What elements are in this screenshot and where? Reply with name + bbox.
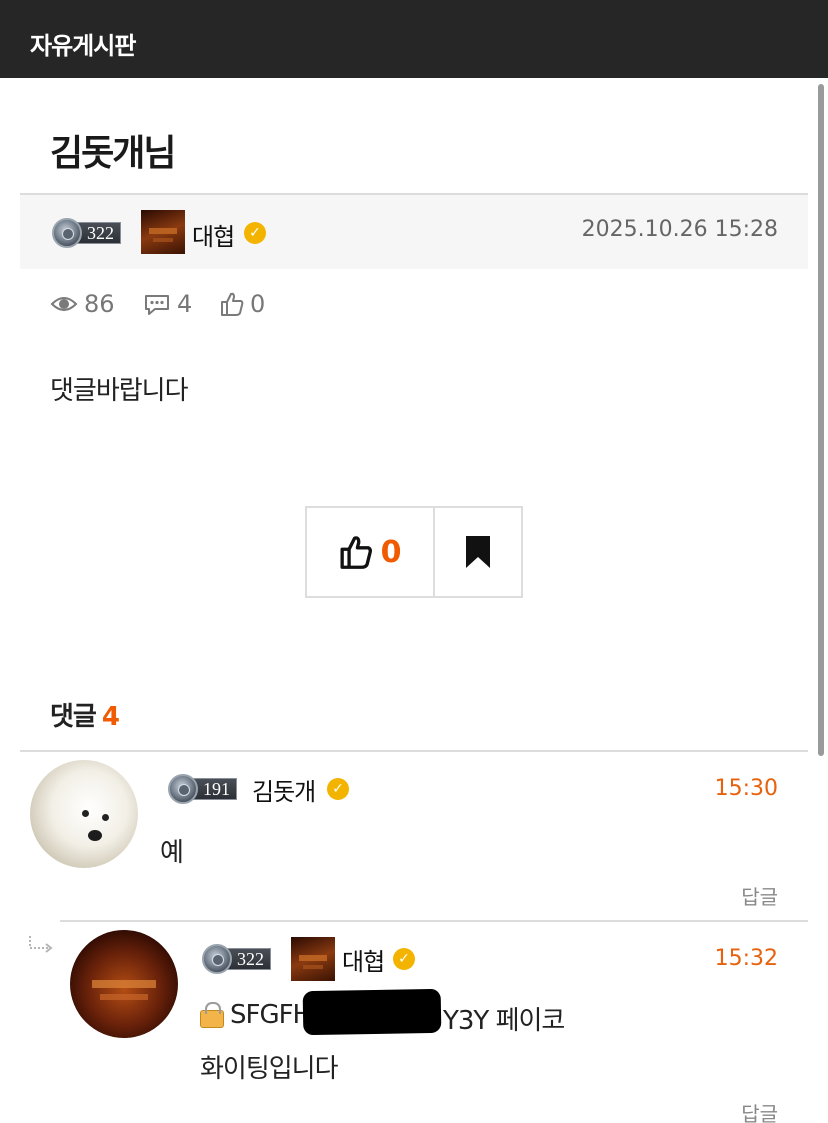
redaction-mark bbox=[302, 988, 442, 1036]
comments-total: 4 bbox=[101, 702, 120, 732]
level-gem-icon bbox=[168, 774, 198, 804]
views-count: 86 bbox=[84, 290, 115, 318]
thumbs-up-icon bbox=[340, 536, 372, 569]
commenter-avatar[interactable] bbox=[30, 760, 138, 868]
reply-arrow-icon bbox=[29, 936, 53, 953]
post-author-bar: 322 대협 ✓ 2025.10.26 15:28 bbox=[20, 193, 808, 269]
comment-text-suffix: Y3Y 페이코 bbox=[443, 1006, 565, 1036]
lock-icon bbox=[200, 1002, 224, 1028]
likes-stat: 0 bbox=[220, 290, 265, 318]
dog-nose bbox=[88, 830, 102, 841]
comment-time: 15:32 bbox=[714, 946, 778, 971]
comment-text: 예 bbox=[160, 838, 184, 868]
top-bar: 자유게시판 bbox=[0, 0, 828, 78]
level-badge: 191 bbox=[168, 774, 237, 804]
like-button-count: 0 bbox=[380, 534, 402, 570]
comments-heading: 댓글 4 bbox=[50, 696, 120, 733]
commenter-small-avatar[interactable] bbox=[291, 937, 335, 981]
comment-icon bbox=[145, 295, 169, 315]
comment-time: 15:30 bbox=[714, 776, 778, 801]
scrollbar[interactable] bbox=[818, 84, 824, 756]
dog-eye bbox=[102, 814, 109, 821]
reply-button[interactable]: 답글 bbox=[741, 1098, 778, 1123]
comment-text-prefix: SFGFH bbox=[230, 1000, 312, 1030]
level-gem-icon bbox=[202, 944, 232, 974]
post-body: 댓글바랍니다 bbox=[50, 376, 189, 406]
bookmark-icon bbox=[466, 536, 490, 568]
author-nickname[interactable]: 대협 bbox=[192, 217, 235, 252]
divider bbox=[60, 920, 808, 922]
likes-count: 0 bbox=[250, 290, 266, 318]
level-badge: 322 bbox=[202, 944, 271, 974]
commenter-avatar[interactable] bbox=[70, 930, 178, 1038]
bookmark-button[interactable] bbox=[435, 508, 521, 596]
thumbs-up-icon bbox=[221, 292, 244, 316]
verified-icon: ✓ bbox=[393, 948, 415, 970]
comment-text-line2: 화이팅입니다 bbox=[200, 1054, 339, 1084]
author-avatar[interactable] bbox=[141, 210, 185, 254]
level-gem-icon bbox=[52, 218, 82, 248]
verified-icon: ✓ bbox=[244, 222, 266, 244]
level-badge: 322 bbox=[52, 218, 121, 248]
post-actions: 0 bbox=[305, 506, 523, 598]
comments-count: 4 bbox=[177, 290, 193, 318]
verified-icon: ✓ bbox=[327, 778, 349, 800]
eye-icon bbox=[50, 297, 78, 311]
post-title: 김돗개님 bbox=[50, 133, 176, 174]
reply-button[interactable]: 답글 bbox=[741, 881, 778, 910]
commenter-nickname[interactable]: 김돗개 bbox=[252, 772, 316, 807]
commenter-nickname[interactable]: 대협 bbox=[342, 942, 385, 977]
divider bbox=[20, 750, 808, 752]
comments-label: 댓글 bbox=[50, 702, 97, 732]
comments-stat: 4 bbox=[143, 290, 192, 318]
post-date: 2025.10.26 15:28 bbox=[581, 217, 778, 242]
like-button[interactable]: 0 bbox=[307, 508, 435, 596]
board-title[interactable]: 자유게시판 bbox=[30, 26, 136, 61]
views-stat: 86 bbox=[50, 290, 115, 318]
dog-eye bbox=[82, 810, 89, 817]
